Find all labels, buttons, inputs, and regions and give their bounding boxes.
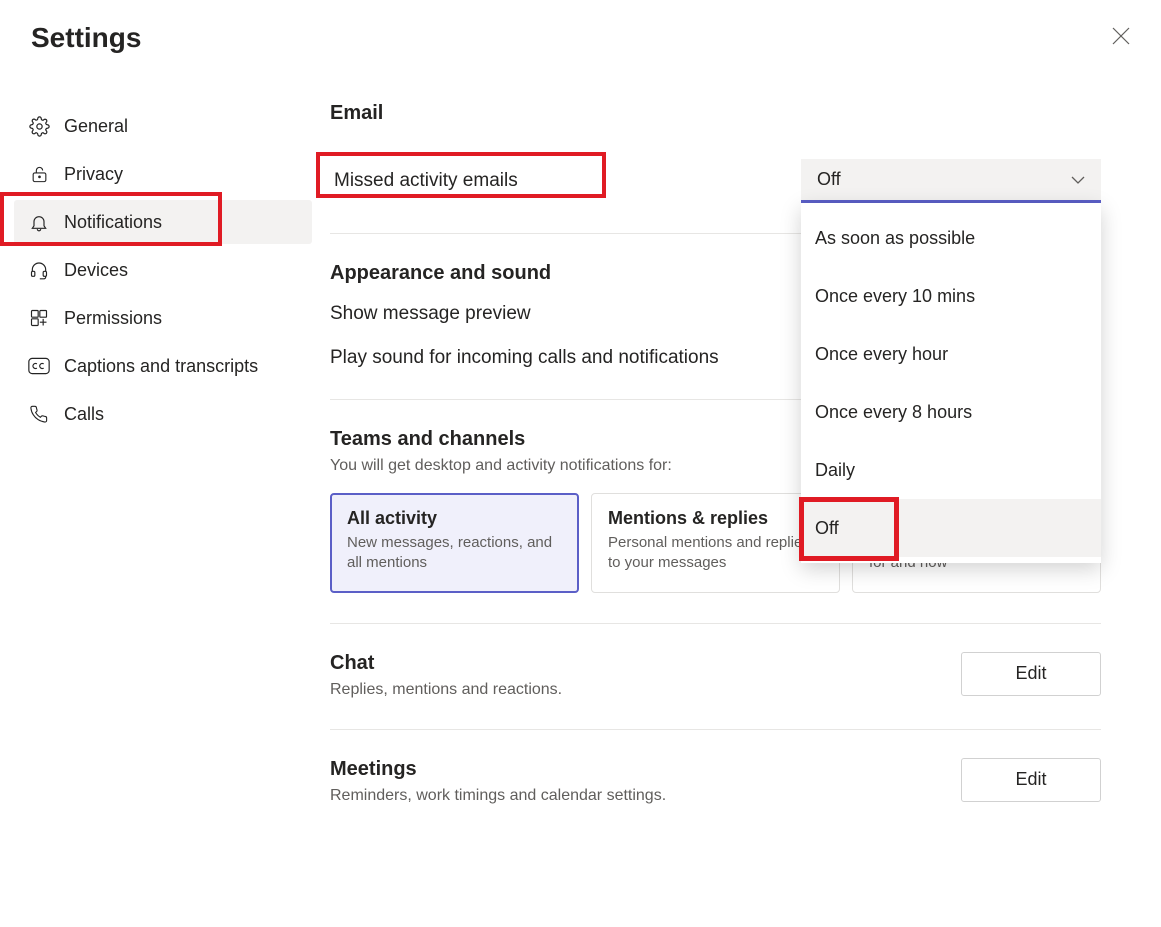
settings-header: Settings — [0, 22, 1161, 54]
section-divider — [330, 729, 1101, 730]
sidebar-item-label: General — [64, 116, 128, 137]
dropdown-option-10min[interactable]: Once every 10 mins — [801, 267, 1101, 325]
bell-icon — [28, 211, 50, 233]
headset-icon — [28, 259, 50, 281]
chat-edit-button[interactable]: Edit — [961, 652, 1101, 696]
sidebar-item-label: Privacy — [64, 164, 123, 185]
settings-sidebar: General Privacy Notifications — [0, 102, 330, 805]
chat-desc: Replies, mentions and reactions. — [330, 681, 562, 699]
email-heading: Email — [330, 102, 1101, 125]
meetings-heading: Meetings — [330, 758, 666, 781]
settings-main: Email Missed activity emails Off As soon… — [330, 102, 1161, 805]
card-desc: Personal mentions and replies to your me… — [608, 533, 823, 574]
sidebar-item-privacy[interactable]: Privacy — [14, 152, 312, 196]
meetings-desc: Reminders, work timings and calendar set… — [330, 787, 666, 805]
meetings-edit-button[interactable]: Edit — [961, 758, 1101, 802]
sidebar-item-label: Permissions — [64, 308, 162, 329]
dropdown-option-hour[interactable]: Once every hour — [801, 325, 1101, 383]
select-value: Off — [817, 169, 841, 190]
sidebar-item-calls[interactable]: Calls — [14, 392, 312, 436]
captions-icon — [28, 355, 50, 377]
dropdown-option-8hours[interactable]: Once every 8 hours — [801, 383, 1101, 441]
card-desc: New messages, reactions, and all mention… — [347, 533, 562, 574]
sidebar-item-label: Captions and transcripts — [64, 356, 258, 377]
sidebar-item-devices[interactable]: Devices — [14, 248, 312, 292]
apps-icon — [28, 307, 50, 329]
highlight-off-option — [799, 497, 899, 561]
chevron-down-icon — [1071, 169, 1085, 190]
sidebar-item-captions[interactable]: Captions and transcripts — [14, 344, 312, 388]
gear-icon — [28, 115, 50, 137]
card-title: Mentions & replies — [608, 508, 823, 529]
chat-heading: Chat — [330, 652, 562, 675]
dropdown-option-asap[interactable]: As soon as possible — [801, 209, 1101, 267]
sidebar-item-label: Notifications — [64, 212, 162, 233]
missed-activity-select[interactable]: Off As soon as possible Once every 10 mi… — [801, 159, 1101, 203]
missed-activity-label: Missed activity emails — [330, 164, 522, 198]
dropdown-option-daily[interactable]: Daily — [801, 441, 1101, 499]
sidebar-item-notifications[interactable]: Notifications — [14, 200, 312, 244]
lock-icon — [28, 163, 50, 185]
card-all-activity[interactable]: All activity New messages, reactions, an… — [330, 493, 579, 593]
card-title: All activity — [347, 508, 562, 529]
phone-icon — [28, 403, 50, 425]
section-divider — [330, 623, 1101, 624]
dropdown-option-off[interactable]: Off — [801, 499, 1101, 557]
close-button[interactable] — [1107, 24, 1135, 52]
sidebar-item-label: Calls — [64, 404, 104, 425]
sidebar-item-label: Devices — [64, 260, 128, 281]
sidebar-item-permissions[interactable]: Permissions — [14, 296, 312, 340]
missed-activity-dropdown: As soon as possible Once every 10 mins O… — [801, 203, 1101, 563]
sidebar-item-general[interactable]: General — [14, 104, 312, 148]
page-title: Settings — [31, 22, 141, 54]
close-icon — [1112, 27, 1130, 50]
